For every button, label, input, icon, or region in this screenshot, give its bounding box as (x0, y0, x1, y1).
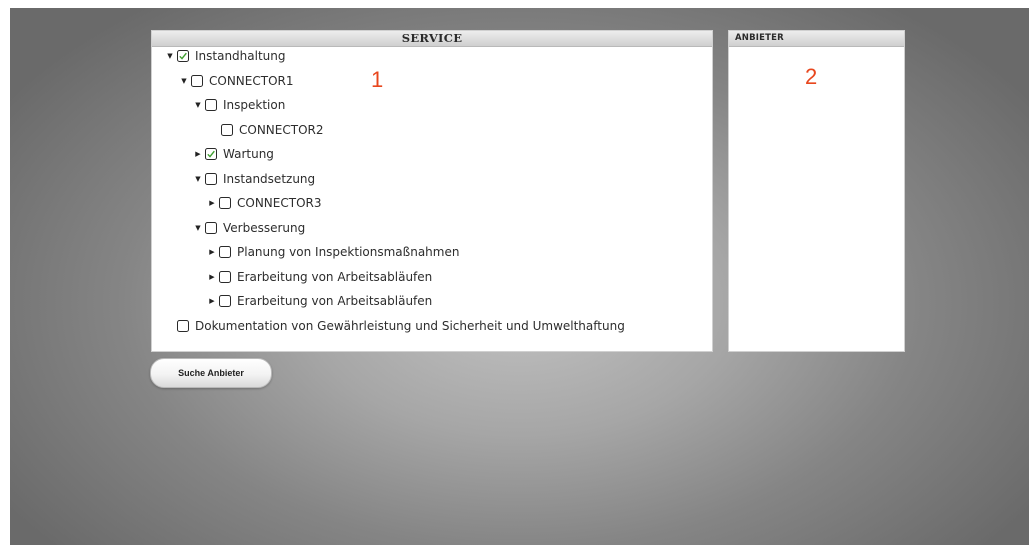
tree-node-verbesserung[interactable]: ▼ Verbesserung (194, 219, 305, 237)
search-providers-button[interactable]: Suche Anbieter (150, 358, 272, 388)
tree-node-connector1[interactable]: ▼ CONNECTOR1 (180, 72, 294, 90)
expand-arrow-icon[interactable]: ▼ (180, 77, 188, 85)
expand-arrow-icon[interactable]: ▼ (194, 101, 202, 109)
checkbox[interactable] (177, 50, 189, 62)
collapse-arrow-icon[interactable]: ▶ (194, 150, 202, 158)
checkbox[interactable] (205, 222, 217, 234)
tree-node-label: Wartung (223, 147, 274, 161)
tree-node-label: Erarbeitung von Arbeitsabläufen (237, 270, 433, 284)
checkbox[interactable] (177, 320, 189, 332)
tree-node-label: Erarbeitung von Arbeitsabläufen (237, 294, 433, 308)
checkbox[interactable] (205, 173, 217, 185)
tree-node-label: Instandhaltung (195, 49, 286, 63)
expand-arrow-icon[interactable]: ▼ (194, 224, 202, 232)
checkbox[interactable] (191, 75, 203, 87)
checkbox[interactable] (219, 295, 231, 307)
tree-node-planung-inspektionsmassnahmen[interactable]: ▶ Planung von Inspektionsmaßnahmen (208, 243, 459, 261)
tree-node-label: Inspektion (223, 98, 286, 112)
checkbox[interactable] (205, 99, 217, 111)
tree-node-label: Dokumentation von Gewährleistung und Sic… (195, 319, 625, 333)
checkbox[interactable] (221, 124, 233, 136)
checkmark-icon (207, 150, 215, 158)
tree-node-label: Planung von Inspektionsmaßnahmen (237, 245, 460, 259)
tree-node-connector2[interactable]: ▶ CONNECTOR2 (210, 121, 324, 139)
tree-node-erarbeitung-arbeitsablaeufe-1[interactable]: ▶ Erarbeitung von Arbeitsabläufen (208, 268, 432, 286)
checkbox[interactable] (219, 246, 231, 258)
tree-node-label: CONNECTOR1 (209, 74, 294, 88)
section-marker-1: 1 (371, 67, 384, 92)
tree-node-label: CONNECTOR3 (237, 196, 322, 210)
tree-node-label: CONNECTOR2 (239, 123, 324, 137)
checkbox[interactable] (205, 148, 217, 160)
expand-arrow-icon[interactable]: ▼ (166, 52, 174, 60)
tree-node-inspektion[interactable]: ▼ Inspektion (194, 96, 285, 114)
section-marker-2: 2 (805, 64, 818, 89)
tree-node-instandsetzung[interactable]: ▼ Instandsetzung (194, 170, 315, 188)
tree-node-wartung[interactable]: ▶ Wartung (194, 145, 274, 163)
collapse-arrow-icon[interactable]: ▶ (208, 248, 216, 256)
service-panel-header: SERVICE (152, 31, 712, 47)
collapse-arrow-icon[interactable]: ▶ (208, 273, 216, 281)
collapse-arrow-icon[interactable]: ▶ (208, 297, 216, 305)
provider-panel: ANBIETER 2 (728, 30, 905, 352)
service-panel: SERVICE ▼ Instandhaltung ▼ CONNECTOR1 ▼ … (151, 30, 713, 352)
checkbox[interactable] (219, 197, 231, 209)
tree-node-erarbeitung-arbeitsablaeufe-2[interactable]: ▶ Erarbeitung von Arbeitsabläufen (208, 292, 432, 310)
checkmark-icon (179, 52, 187, 60)
tree-node-dokumentation[interactable]: ▶ Dokumentation von Gewährleistung und S… (166, 317, 625, 335)
tree-node-instandhaltung[interactable]: ▼ Instandhaltung (166, 47, 286, 65)
tree-node-label: Instandsetzung (223, 172, 316, 186)
expand-arrow-icon[interactable]: ▼ (194, 175, 202, 183)
provider-panel-header: ANBIETER (729, 31, 904, 47)
tree-node-connector3[interactable]: ▶ CONNECTOR3 (208, 194, 322, 212)
tree-node-label: Verbesserung (223, 221, 306, 235)
collapse-arrow-icon[interactable]: ▶ (208, 199, 216, 207)
checkbox[interactable] (219, 271, 231, 283)
